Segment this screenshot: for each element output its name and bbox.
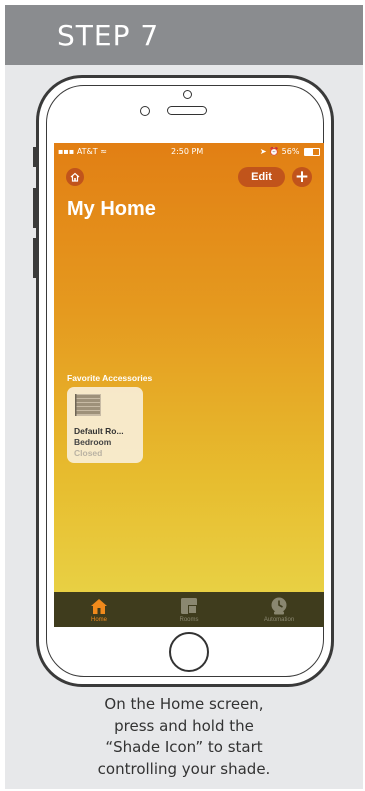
tab-home-label: Home — [90, 617, 107, 623]
house-icon — [70, 172, 80, 182]
accessory-name: Default Ro... — [74, 426, 124, 436]
accessory-room: Bedroom — [74, 437, 112, 447]
edit-button[interactable]: Edit — [238, 167, 285, 187]
caption-line: “Shade Icon” to start — [105, 738, 263, 756]
accessory-tile-shade[interactable]: Default Ro... Bedroom Closed — [67, 387, 143, 463]
window-shade-icon — [75, 394, 101, 416]
carrier-label: ▪▪▪ AT&T ≈ — [58, 147, 107, 156]
status-time: 2:50 PM — [171, 147, 204, 156]
earpiece-speaker — [167, 106, 207, 115]
rooms-icon — [181, 598, 197, 614]
mute-switch — [33, 147, 36, 167]
caption-line: On the Home screen, — [104, 695, 264, 713]
battery-icon — [304, 147, 320, 156]
front-camera-icon — [140, 106, 150, 116]
instruction-caption: On the Home screen, press and hold the “… — [5, 694, 363, 780]
caption-line: press and hold the — [114, 716, 254, 735]
volume-up-button — [33, 188, 36, 228]
tab-rooms-label: Rooms — [179, 617, 199, 623]
favorites-section-label: Favorite Accessories — [67, 373, 153, 383]
caption-line: controlling your shade. — [97, 759, 271, 778]
status-right: ➤ ⏰ 56% — [260, 147, 320, 156]
step-title: STEP 7 — [57, 19, 160, 52]
tab-automation[interactable]: Automation — [244, 594, 314, 627]
tab-automation-label: Automation — [263, 617, 295, 623]
clock-icon — [271, 597, 287, 615]
phone-screen: ▪▪▪ AT&T ≈ 2:50 PM ➤ ⏰ 56% Edit + My Hom… — [54, 143, 324, 627]
status-bar: ▪▪▪ AT&T ≈ 2:50 PM ➤ ⏰ 56% — [54, 143, 324, 159]
location-icon: ➤ — [259, 147, 267, 156]
alarm-icon: ⏰ — [269, 147, 280, 156]
house-icon — [91, 599, 107, 614]
tab-rooms[interactable]: Rooms — [154, 594, 224, 627]
tab-home[interactable]: Home — [64, 594, 134, 627]
home-settings-button[interactable] — [66, 168, 84, 186]
signal-icon: ▪▪▪ — [58, 147, 75, 156]
home-button[interactable] — [169, 632, 209, 672]
step-header: STEP 7 — [5, 5, 363, 65]
proximity-sensor — [183, 90, 192, 99]
battery-percent: 56% — [281, 147, 300, 156]
tab-bar: Home Rooms Automation — [54, 592, 324, 627]
wifi-icon: ≈ — [100, 147, 107, 156]
volume-down-button — [33, 238, 36, 278]
add-button[interactable]: + — [292, 167, 312, 187]
accessory-state: Closed — [74, 448, 103, 458]
page-title: My Home — [67, 198, 156, 220]
